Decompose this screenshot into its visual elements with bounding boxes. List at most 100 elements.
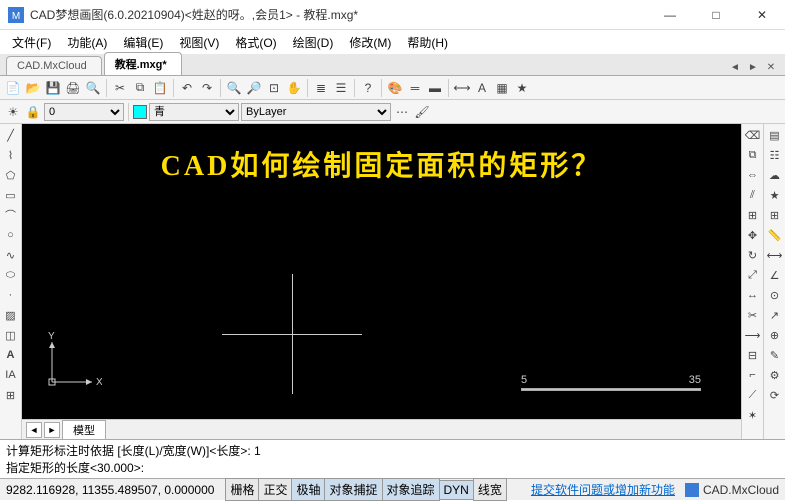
- linetype-icon[interactable]: ═: [406, 79, 424, 97]
- drawing-canvas[interactable]: CAD如何绘制固定面积的矩形？ X Y 535: [22, 124, 741, 419]
- polyline-icon[interactable]: ⌇: [2, 146, 20, 164]
- settings-icon[interactable]: ⚙: [766, 366, 784, 384]
- wizard-icon[interactable]: ★: [513, 79, 531, 97]
- dim-angular-icon[interactable]: ∠: [766, 266, 784, 284]
- move-icon[interactable]: ✥: [744, 226, 762, 244]
- trim-icon[interactable]: ✂: [744, 306, 762, 324]
- palette-icon[interactable]: ▤: [766, 126, 784, 144]
- command-input[interactable]: [144, 461, 779, 475]
- measure-icon[interactable]: 📏: [766, 226, 784, 244]
- redo-icon[interactable]: ↷: [198, 79, 216, 97]
- match-props-icon[interactable]: 🖌: [413, 103, 431, 121]
- copy-icon[interactable]: ⧉: [131, 79, 149, 97]
- arc-icon[interactable]: ⌒: [2, 206, 20, 224]
- open-icon[interactable]: 📂: [24, 79, 42, 97]
- undo-icon[interactable]: ↶: [178, 79, 196, 97]
- chamfer-icon[interactable]: ⟋: [744, 386, 762, 404]
- layout-tab-model[interactable]: 模型: [62, 420, 106, 440]
- linetype-manager-icon[interactable]: ⋯: [393, 103, 411, 121]
- tab-cloud[interactable]: CAD.MxCloud: [6, 56, 102, 75]
- menu-view[interactable]: 视图(V): [171, 31, 227, 54]
- explode-icon[interactable]: ✶: [744, 406, 762, 424]
- cloud-icon[interactable]: ☁: [766, 166, 784, 184]
- stretch-icon[interactable]: ↔: [744, 286, 762, 304]
- extend-icon[interactable]: ⟶: [744, 326, 762, 344]
- fillet-icon[interactable]: ⌐: [744, 366, 762, 384]
- insert-block-icon[interactable]: ⊞: [2, 386, 20, 404]
- polygon-icon[interactable]: ⬠: [2, 166, 20, 184]
- properties-panel-icon[interactable]: ☷: [766, 146, 784, 164]
- pan-icon[interactable]: ✋: [285, 79, 303, 97]
- preview-icon[interactable]: 🔍: [84, 79, 102, 97]
- cut-icon[interactable]: ✂: [111, 79, 129, 97]
- region-icon[interactable]: ◫: [2, 326, 20, 344]
- offset-icon[interactable]: ⫽: [744, 186, 762, 204]
- close-button[interactable]: ✕: [739, 0, 785, 30]
- status-grid[interactable]: 栅格: [225, 478, 259, 501]
- text-tool-icon[interactable]: A: [473, 79, 491, 97]
- status-lineweight[interactable]: 线宽: [473, 478, 507, 501]
- zoom-in-icon[interactable]: 🔍: [225, 79, 243, 97]
- menu-modify[interactable]: 修改(M): [341, 31, 399, 54]
- zoom-out-icon[interactable]: 🔎: [245, 79, 263, 97]
- mirror-icon[interactable]: ⇔: [744, 166, 762, 184]
- status-dyn[interactable]: DYN: [439, 480, 474, 500]
- dim-radius-icon[interactable]: ⊙: [766, 286, 784, 304]
- dimension-icon[interactable]: ⟷: [453, 79, 471, 97]
- line-icon[interactable]: ╱: [2, 126, 20, 144]
- maximize-button[interactable]: □: [693, 0, 739, 30]
- zoom-extents-icon[interactable]: ⊡: [265, 79, 283, 97]
- edit-icon[interactable]: ✎: [766, 346, 784, 364]
- rotate-icon[interactable]: ↻: [744, 246, 762, 264]
- layer-select[interactable]: 0: [44, 103, 124, 121]
- new-icon[interactable]: 📄: [4, 79, 22, 97]
- status-otrack[interactable]: 对象追踪: [382, 478, 440, 501]
- menu-function[interactable]: 功能(A): [59, 31, 115, 54]
- menu-file[interactable]: 文件(F): [4, 31, 59, 54]
- lineweight-icon[interactable]: ▬: [426, 79, 444, 97]
- paste-icon[interactable]: 📋: [151, 79, 169, 97]
- color-picker-icon[interactable]: 🎨: [386, 79, 404, 97]
- array-icon[interactable]: ⊞: [744, 206, 762, 224]
- erase-icon[interactable]: ⌫: [744, 126, 762, 144]
- status-polar[interactable]: 极轴: [291, 478, 325, 501]
- rectangle-icon[interactable]: ▭: [2, 186, 20, 204]
- layout-prev-icon[interactable]: ◄: [26, 422, 42, 438]
- color-select[interactable]: 青: [149, 103, 239, 121]
- block-icon[interactable]: ▦: [493, 79, 511, 97]
- linetype-select[interactable]: ByLayer: [241, 103, 391, 121]
- refresh-icon[interactable]: ⟳: [766, 386, 784, 404]
- grid-panel-icon[interactable]: ⊞: [766, 206, 784, 224]
- save-icon[interactable]: 💾: [44, 79, 62, 97]
- menu-draw[interactable]: 绘图(D): [285, 31, 342, 54]
- feedback-link[interactable]: 提交软件问题或增加新功能: [531, 481, 675, 498]
- tab-next-icon[interactable]: ►: [745, 59, 761, 75]
- layers-icon[interactable]: ≣: [312, 79, 330, 97]
- status-ortho[interactable]: 正交: [258, 478, 292, 501]
- leader-icon[interactable]: ↗: [766, 306, 784, 324]
- menu-help[interactable]: 帮助(H): [399, 31, 456, 54]
- snap-icon[interactable]: ⊕: [766, 326, 784, 344]
- layout-next-icon[interactable]: ►: [44, 422, 60, 438]
- menu-edit[interactable]: 编辑(E): [115, 31, 171, 54]
- break-icon[interactable]: ⊟: [744, 346, 762, 364]
- ellipse-icon[interactable]: ⬭: [2, 266, 20, 284]
- properties-icon[interactable]: ☰: [332, 79, 350, 97]
- circle-icon[interactable]: ○: [2, 226, 20, 244]
- text-icon[interactable]: IA: [2, 366, 20, 384]
- scale-icon[interactable]: ⤢: [744, 266, 762, 284]
- menu-format[interactable]: 格式(O): [227, 31, 284, 54]
- help-icon[interactable]: ?: [359, 79, 377, 97]
- tab-current[interactable]: 教程.mxg*: [104, 52, 182, 75]
- spline-icon[interactable]: ∿: [2, 246, 20, 264]
- mtext-icon[interactable]: A: [2, 346, 20, 364]
- copy-obj-icon[interactable]: ⧉: [744, 146, 762, 164]
- status-osnap[interactable]: 对象捕捉: [324, 478, 382, 501]
- print-icon[interactable]: 🖨: [64, 79, 82, 97]
- tab-close-icon[interactable]: ✕: [763, 59, 779, 75]
- star-icon[interactable]: ★: [766, 186, 784, 204]
- layer-lock-icon[interactable]: 🔒: [24, 103, 42, 121]
- hatch-icon[interactable]: ▨: [2, 306, 20, 324]
- layer-manager-icon[interactable]: ☀: [4, 103, 22, 121]
- minimize-button[interactable]: —: [647, 0, 693, 30]
